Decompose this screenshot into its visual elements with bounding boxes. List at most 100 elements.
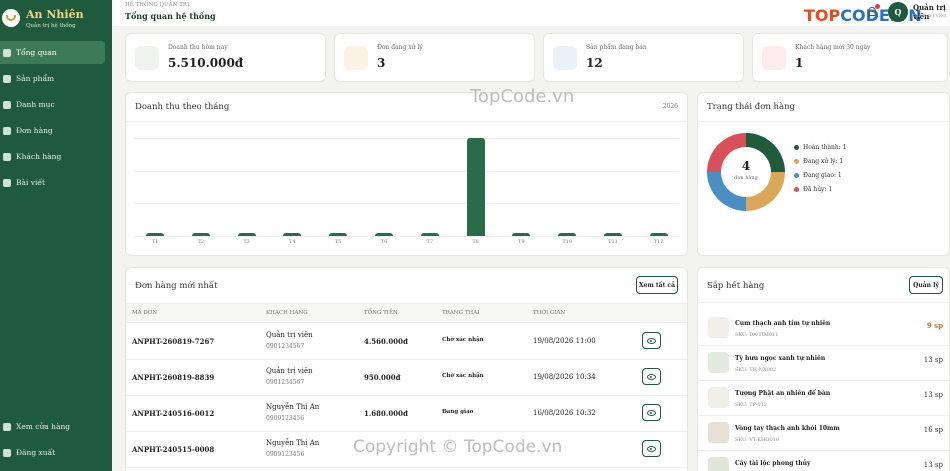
customer-name: Quản trị viên [266,367,313,375]
x-tick-label: T1 [151,239,159,245]
product-name: Cụm thạch anh tím tự nhiên [735,320,831,327]
legend-dot [794,173,799,178]
legend-label: Hoàn thành: 1 [803,144,847,151]
x-tick-label: T12 [653,239,664,245]
donut-center: 4 đơn hàng [721,147,771,197]
chart-bar-t9 [512,233,531,236]
list-item[interactable]: Tỳ hưu ngọc xanh tự nhiên SKU: TH-NX002 … [698,346,949,381]
order-status-donut: 4 đơn hàng [707,133,785,211]
chart-gridline [134,138,679,139]
legend-dot [794,187,799,192]
card-title: Trạng thái đơn hàng [707,102,795,112]
column-header: TỔNG TIỀN [364,310,398,316]
sidebar-item-categories[interactable]: Danh mục [0,93,105,116]
view-store-link[interactable]: Xem cửa hàng [0,415,105,438]
card-title: Sắp hết hàng [707,281,765,291]
customer-phone: 0901234567 [266,379,305,386]
brand[interactable]: An Nhiên Quản trị hệ thống [0,0,112,36]
sidebar-item-dashboard[interactable]: Tổng quan [0,41,105,64]
sidebar-item-label: Danh mục [16,100,55,109]
view-all-button[interactable]: Xem tất cả [636,276,678,294]
product-thumbnail [708,422,729,443]
chart-bar-t8 [466,138,485,236]
column-header: MÃ ĐƠN [132,310,158,316]
receipt-icon [3,126,11,135]
sidebar-bottom: Xem cửa hàng Đăng xuất [0,415,112,467]
cash-icon [135,46,159,70]
topbar: HỆ THỐNG QUẢN TRỊ Tổng quan hệ thống TOP… [112,0,950,26]
order-time: 19/08/2026 11:00 [533,337,596,345]
table-row[interactable]: ANPHT-260819-7267 Quản trị viên 09012345… [126,324,687,360]
sidebar-item-label: Đơn hàng [16,126,53,135]
stock-qty: 13 sp [923,356,943,364]
order-total: 950.000đ [364,373,401,382]
legend-label: Đang giao: 1 [803,172,842,179]
view-order-button[interactable] [642,440,661,457]
view-order-button[interactable] [642,332,661,349]
list-item[interactable]: Vòng tay thạch anh khói 10mm SKU: VT-KHO… [698,416,949,451]
x-tick-label: T5 [334,239,342,245]
brand-subtitle: Quản trị hệ thống [26,22,76,29]
box-icon [344,46,368,70]
customer-name: Nguyễn Thị An [266,439,320,447]
x-tick-label: T7 [426,239,434,245]
chart-bar-t12 [649,233,668,236]
recent-orders-card: Đơn hàng mới nhất Xem tất cả MÃ ĐƠN KHÁC… [125,267,688,471]
breadcrumb: HỆ THỐNG QUẢN TRỊ [125,2,190,8]
logout-link[interactable]: Đăng xuất [0,441,105,464]
table-row[interactable]: ANPHT-240516-0012 Nguyễn Thị An 09091234… [126,396,687,432]
product-name: Tượng Phật an nhiên để bàn [735,390,831,397]
x-tick-label: T10 [562,239,573,245]
stat-label: Khách hàng mới 30 ngày [795,44,871,51]
product-name: Cây tài lộc phong thủy [735,460,811,467]
divider [698,302,949,303]
stock-qty: 9 sp [926,321,943,330]
manage-button[interactable]: Quản lý [909,276,943,294]
list-item[interactable]: Cây tài lộc phong thủy 13 sp [698,451,949,471]
view-order-button[interactable] [642,368,661,385]
status-badge: Chờ xác nhận [442,337,484,343]
chart-bar-t2 [191,233,210,236]
legend-item: Đã hủy: 1 [794,186,832,193]
sidebar-item-label: Sản phẩm [16,74,55,83]
sidebar-item-label: Xem cửa hàng [16,422,71,431]
tag-icon [3,74,11,83]
sidebar-item-orders[interactable]: Đơn hàng [0,119,105,142]
x-tick-label: T6 [380,239,388,245]
stock-qty: 13 sp [923,461,943,469]
chart-bar-t1 [146,233,164,236]
order-total: 1.680.000đ [364,409,408,418]
x-tick-label: T11 [608,239,618,245]
sidebar-item-products[interactable]: Sản phẩm [0,67,105,90]
table-row[interactable]: ANPHT-260819-8839 Quản trị viên 09012345… [126,360,687,396]
sidebar-item-articles[interactable]: Bài viết [0,171,105,194]
stat-value: 5.510.000đ [168,56,244,70]
x-tick-label: T3 [243,239,250,245]
product-sku: SKU: VT-KHO010 [735,437,780,443]
avatar[interactable]: Q [888,2,908,22]
donut-total: 4 [741,159,751,173]
view-order-button[interactable] [642,404,661,421]
card-title: Đơn hàng mới nhất [135,281,218,291]
chart-title: Doanh thu theo tháng [135,102,230,112]
stat-card-processing-orders: Đơn đang xử lý 3 [334,33,535,82]
sidebar-item-label: Khách hàng [16,152,62,161]
list-item[interactable]: Tượng Phật an nhiên để bàn SKU: TP-012 1… [698,381,949,416]
table-row[interactable]: ANPHT-240515-0008 Nguyễn Thị An 09091234… [126,432,687,468]
legend-item: Đang xử lý: 1 [794,158,843,165]
sidebar: An Nhiên Quản trị hệ thống Tổng quan Sản… [0,0,112,471]
chart-bar-t7 [420,233,439,236]
legend-dot [794,145,799,150]
customer-phone: 0909123456 [266,451,305,458]
notification-dot [875,4,880,9]
bell-icon[interactable] [868,4,880,16]
sidebar-item-customers[interactable]: Khách hàng [0,145,105,168]
list-item[interactable]: Cụm thạch anh tím tự nhiên SKU: DA-TIM01… [698,311,949,346]
eye-icon [647,445,656,452]
legend-item: Hoàn thành: 1 [794,144,847,151]
product-name: Tỳ hưu ngọc xanh tự nhiên [735,355,826,362]
product-sku: SKU: DA-TIM011 [735,332,779,338]
product-sku: SKU: TP-012 [735,402,767,408]
sidebar-nav: Tổng quan Sản phẩm Danh mục Đơn hàng Khá… [0,41,112,194]
sidebar-item-label: Tổng quan [16,48,57,57]
